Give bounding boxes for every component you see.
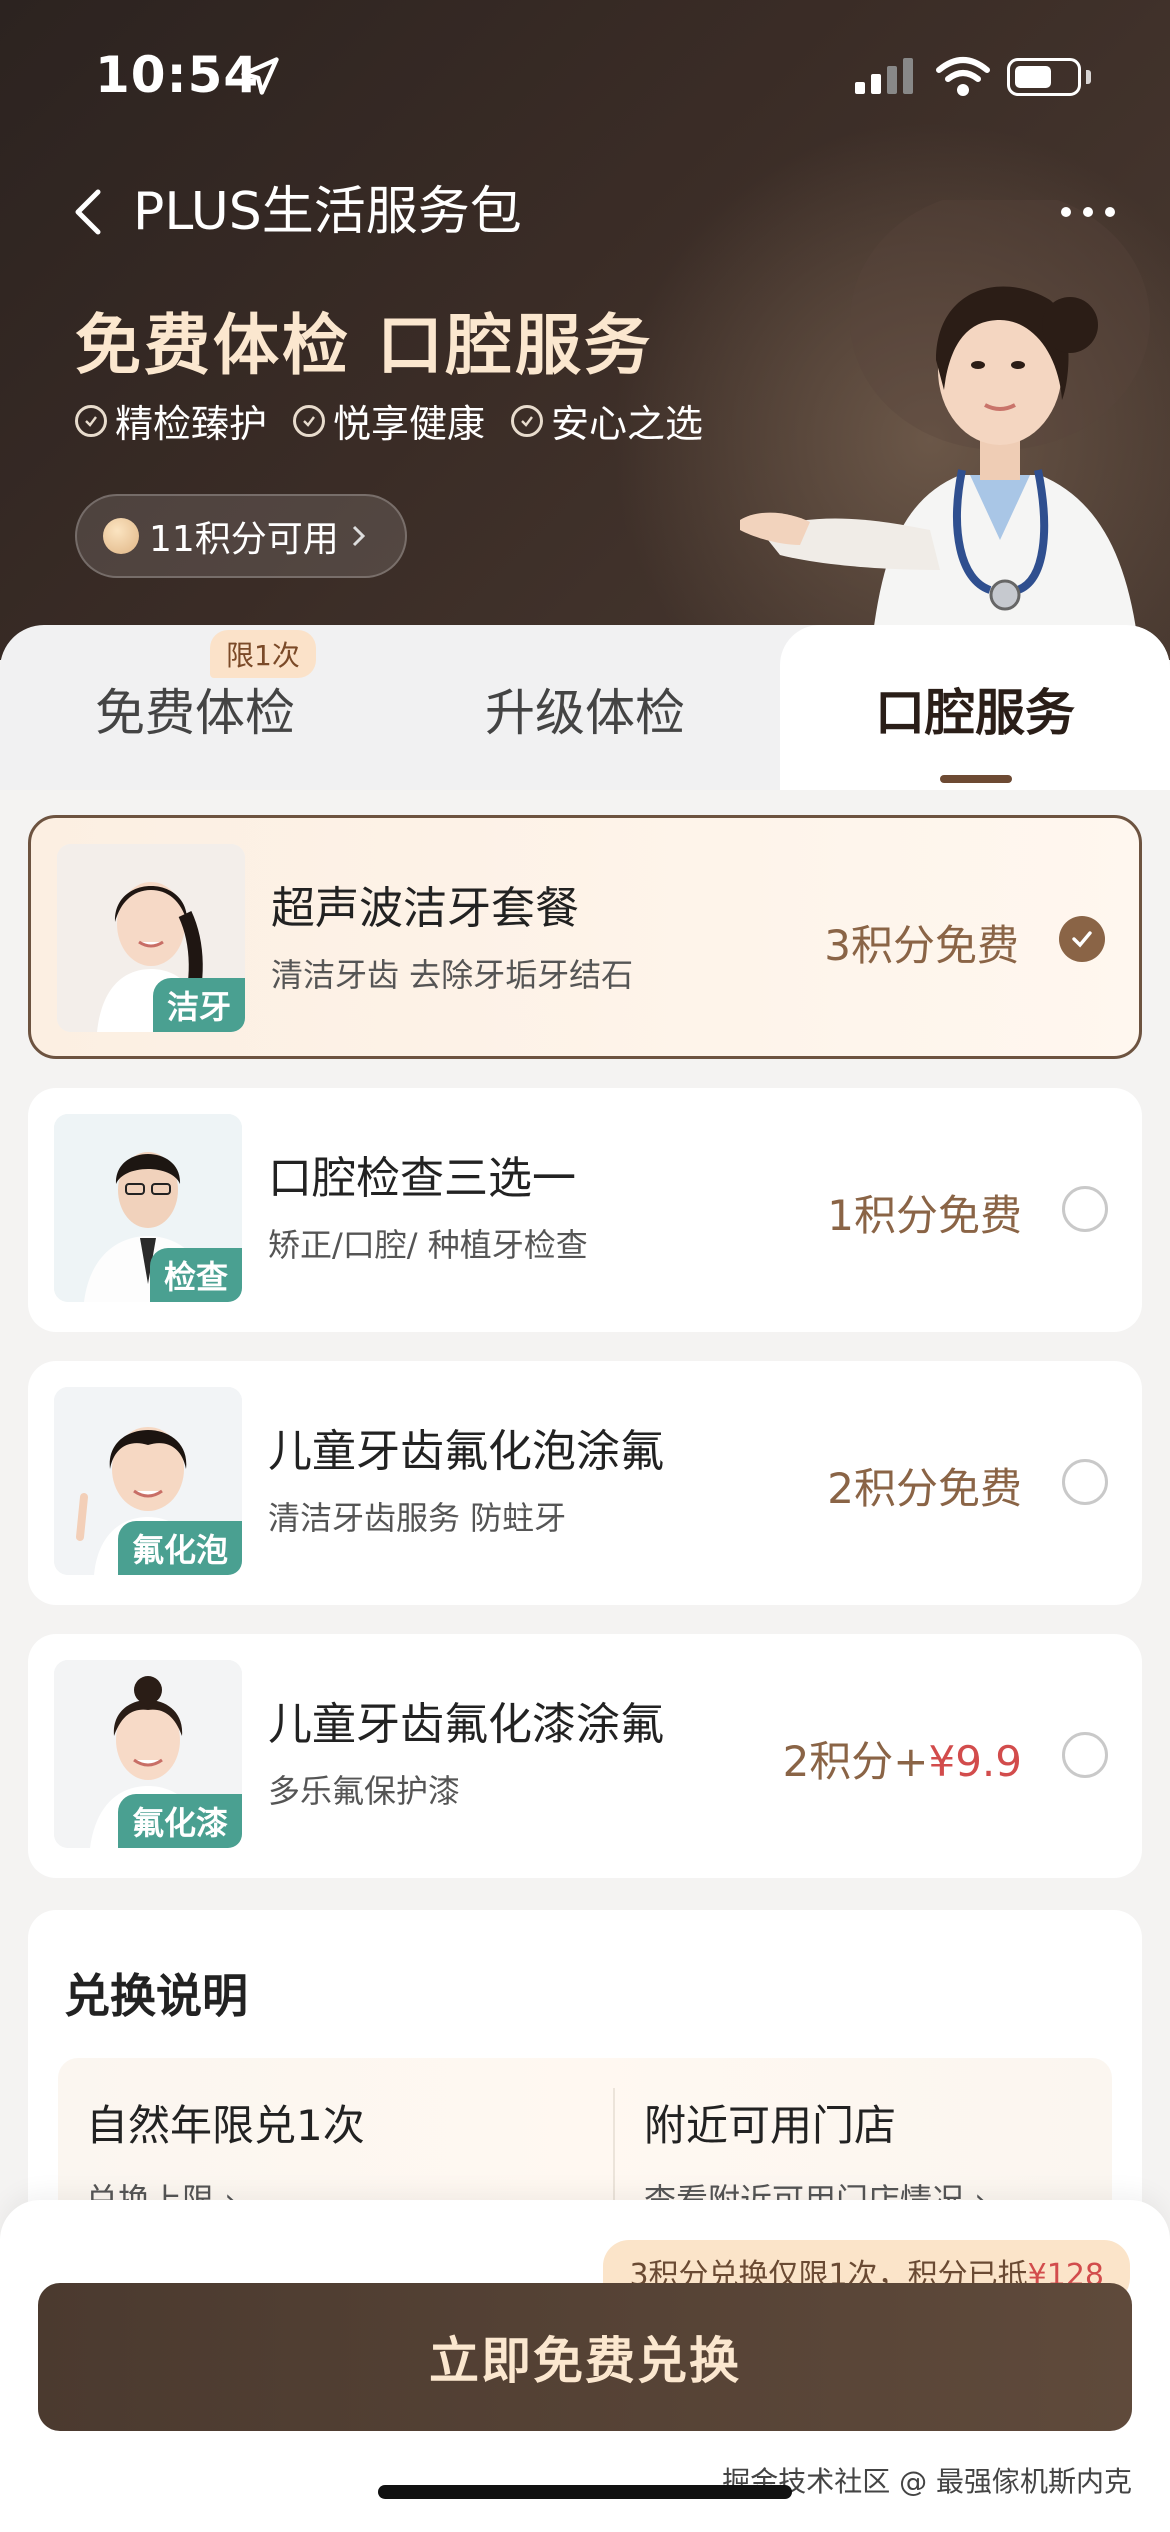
service-price-points: 2积分+ (782, 1737, 929, 1786)
hero-banner: 10:54 PLUS生活服务包 免费体检 口腔服务 精检臻护 悦享健康 安心之选… (0, 0, 1170, 660)
select-radio[interactable] (1062, 1732, 1108, 1778)
service-price: 2积分免费 (827, 1464, 1022, 1513)
tab-oral-service[interactable]: 口腔服务 (780, 673, 1170, 745)
hero-headline: 免费体检 口腔服务 (75, 307, 653, 384)
service-title: 儿童牙齿氟化泡涂氟 (268, 1426, 664, 1477)
battery-tip (1086, 70, 1091, 84)
nav-bar: PLUS生活服务包 (0, 170, 1170, 260)
back-icon[interactable] (60, 180, 120, 244)
service-price: 1积分免费 (827, 1191, 1022, 1240)
service-title: 口腔检查三选一 (268, 1153, 576, 1204)
service-thumbnail: 检查 (54, 1114, 242, 1302)
tab-free-checkup[interactable]: 免费体检 (0, 673, 390, 745)
service-price: 3积分免费 (824, 921, 1019, 970)
select-radio[interactable] (1062, 1186, 1108, 1232)
feature-item: 悦享健康 (293, 393, 485, 448)
instructions-title: 兑换说明 (64, 1969, 248, 2023)
instruction-heading: 自然年限兑1次 (86, 2101, 365, 2150)
check-circle-icon (75, 404, 107, 437)
service-title: 儿童牙齿氟化漆涂氟 (268, 1699, 664, 1750)
feature-label: 悦享健康 (333, 402, 486, 446)
service-subtitle: 多乐氟保护漆 (268, 1772, 461, 1810)
service-price: 2积分+¥9.9 (783, 1728, 1022, 1789)
service-thumbnail: 氟化泡 (54, 1387, 242, 1575)
service-subtitle: 矫正/口腔/ 种植牙检查 (268, 1226, 588, 1264)
battery-icon (1007, 58, 1081, 96)
service-tag: 氟化泡 (117, 1521, 242, 1575)
service-tag: 检查 (149, 1248, 242, 1302)
service-thumbnail: 氟化漆 (54, 1660, 242, 1848)
status-time: 10:54 (95, 46, 260, 104)
chevron-right-icon (352, 525, 365, 547)
location-arrow-icon (241, 57, 279, 95)
service-tag: 洁牙 (152, 978, 245, 1032)
selected-check-icon[interactable] (1059, 916, 1105, 962)
home-indicator[interactable] (378, 2485, 792, 2499)
service-tag: 氟化漆 (117, 1794, 242, 1848)
coin-icon (103, 518, 139, 554)
select-radio[interactable] (1062, 1459, 1108, 1505)
service-card[interactable]: 洁牙 超声波洁牙套餐 清洁牙齿 去除牙垢牙结石 3积分免费 (28, 815, 1142, 1059)
service-card[interactable]: 氟化泡 儿童牙齿氟化泡涂氟 清洁牙齿服务 防蛀牙 2积分免费 (28, 1361, 1142, 1605)
more-icon[interactable] (1056, 192, 1120, 232)
service-subtitle: 清洁牙齿 去除牙垢牙结石 (271, 956, 634, 994)
service-thumbnail: 洁牙 (57, 844, 245, 1032)
wifi-icon (936, 57, 990, 96)
feature-label: 安心之选 (551, 402, 704, 446)
service-list: 洁牙 超声波洁牙套餐 清洁牙齿 去除牙垢牙结石 3积分免费 检查 口腔检查三选一… (0, 790, 1170, 1990)
feature-label: 精检臻护 (115, 402, 268, 446)
service-card[interactable]: 检查 口腔检查三选一 矫正/口腔/ 种植牙检查 1积分免费 (28, 1088, 1142, 1332)
redeem-now-button[interactable]: 立即免费兑换 (38, 2283, 1132, 2431)
hero-features: 精检臻护 悦享健康 安心之选 (75, 393, 703, 448)
service-title: 超声波洁牙套餐 (271, 883, 579, 934)
check-circle-icon (511, 404, 544, 437)
feature-item: 精检臻护 (75, 393, 267, 448)
points-available-button[interactable]: 11积分可用 (75, 494, 407, 578)
doctor-illustration (740, 200, 1150, 660)
service-card[interactable]: 氟化漆 儿童牙齿氟化漆涂氟 多乐氟保护漆 2积分+¥9.9 (28, 1634, 1142, 1878)
limit-badge: 限1次 (210, 630, 316, 678)
tab-indicator (940, 775, 1012, 783)
feature-item: 安心之选 (511, 393, 703, 448)
category-tabs: 免费体检 升级体检 口腔服务 (0, 625, 1170, 790)
service-subtitle: 清洁牙齿服务 防蛀牙 (268, 1499, 567, 1537)
points-label: 11积分可用 (149, 519, 339, 560)
status-bar: 10:54 (0, 0, 1170, 150)
check-circle-icon (293, 404, 326, 437)
instruction-heading: 附近可用门店 (644, 2101, 897, 2150)
page-title: PLUS生活服务包 (133, 182, 522, 242)
cellular-signal-icon (855, 58, 913, 94)
service-price-rmb: ¥9.9 (928, 1737, 1022, 1786)
tab-upgrade-checkup[interactable]: 升级体检 (390, 673, 780, 745)
